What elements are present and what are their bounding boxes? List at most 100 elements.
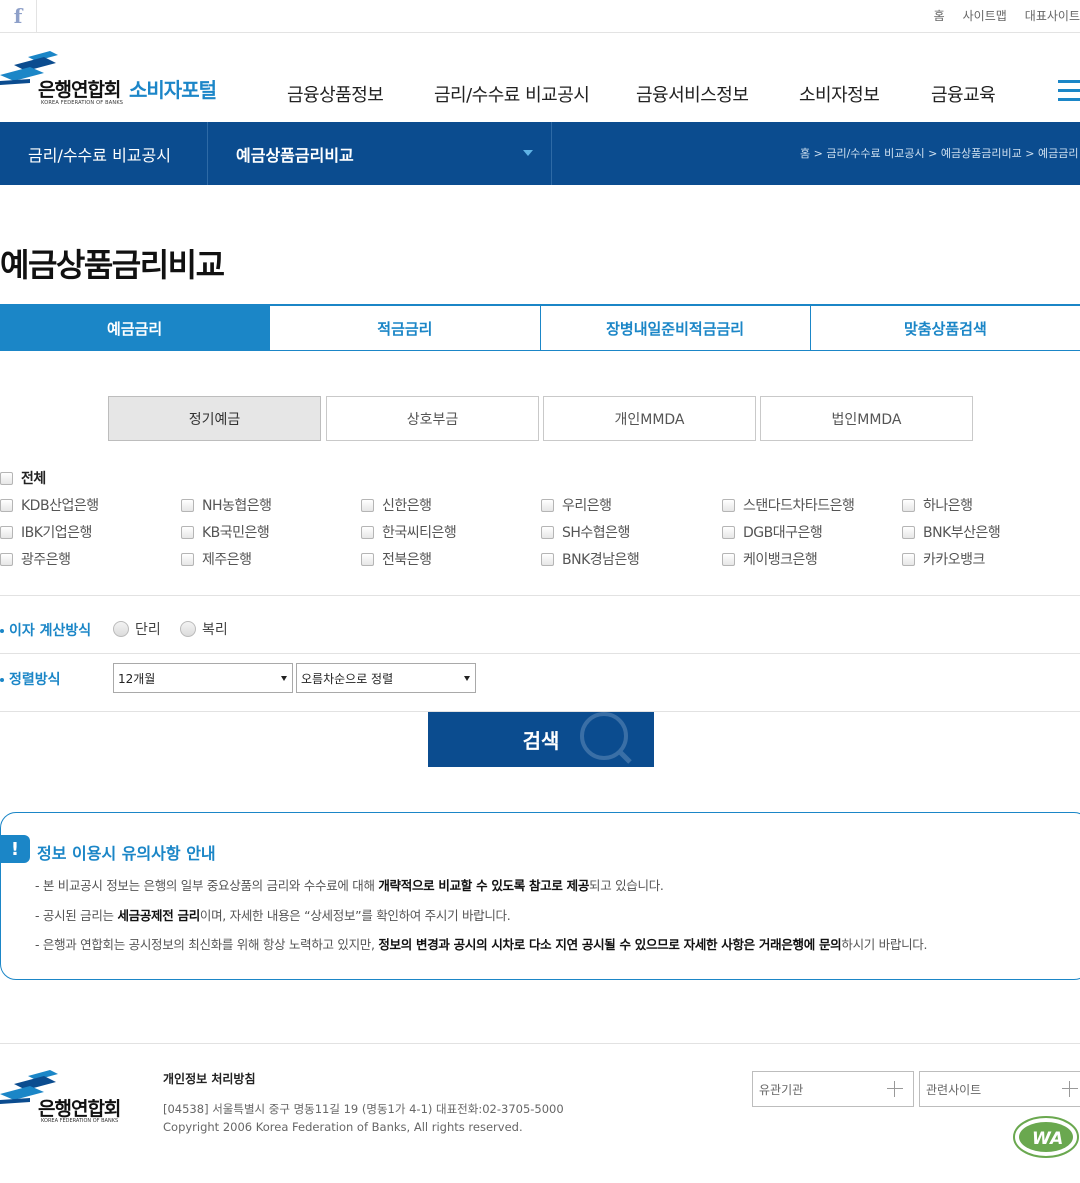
sitemap-link[interactable]: 사이트맵 <box>963 7 1007 24</box>
menu-icon[interactable] <box>1058 80 1080 102</box>
bank-label: DGB대구은행 <box>743 525 823 541</box>
bank-label: BNK경남은행 <box>562 552 640 568</box>
checkbox-icon[interactable] <box>361 525 374 539</box>
gnb-rate-fee-disclosure[interactable]: 금리/수수료 비교공시 <box>434 81 590 107</box>
magnifier-icon <box>580 712 632 764</box>
gnb-consumer-info[interactable]: 소비자정보 <box>799 81 880 107</box>
interest-method-label: 이자 계산방식 <box>0 620 91 640</box>
checkbox-bank[interactable]: 스탠다드차타드은행 <box>722 495 855 515</box>
home-link[interactable]: 홈 <box>934 7 945 24</box>
notice-line-2: - 공시된 금리는 세금공제전 금리이며, 자세한 내용은 “상세정보”를 확인… <box>35 905 511 924</box>
checkbox-bank[interactable]: DGB대구은행 <box>722 522 823 542</box>
notice-text: 되고 있습니다. <box>589 878 664 893</box>
bank-label: 우리은행 <box>562 498 612 514</box>
notice-text: - 본 비교공시 정보는 은행의 일부 중요상품의 금리와 수수료에 대해 <box>35 878 379 893</box>
tab-deposit-rate[interactable]: 예금금리 <box>0 306 270 350</box>
checkbox-icon[interactable] <box>0 525 13 539</box>
gnb-financial-services[interactable]: 금융서비스정보 <box>636 81 749 107</box>
checkbox-icon[interactable] <box>181 552 194 566</box>
breadcrumb: 홈 > 금리/수수료 비교공시 > 예금상품금리비교 > 예금금리 <box>800 147 1079 160</box>
tab-soldier-savings-rate[interactable]: 장병내일준비적금금리 <box>539 306 810 350</box>
checkbox-bank[interactable]: SH수협은행 <box>541 522 630 542</box>
checkbox-icon[interactable] <box>722 525 735 539</box>
checkbox-icon[interactable] <box>541 552 554 566</box>
subtab-installment[interactable]: 상호부금 <box>326 396 539 441</box>
gnb-financial-products[interactable]: 금융상품정보 <box>287 81 384 107</box>
checkbox-icon[interactable] <box>722 552 735 566</box>
checkbox-bank[interactable]: 전북은행 <box>361 549 432 569</box>
checkbox-bank[interactable]: 광주은행 <box>0 549 71 569</box>
dropdown-arrow-icon <box>281 676 287 681</box>
footer-logo-english: KOREA FEDERATION OF BANKS <box>41 1118 119 1124</box>
related-sites-select[interactable]: 관련사이트 <box>919 1071 1080 1107</box>
footer-logo: 은행연합회 KOREA FEDERATION OF BANKS <box>0 1070 125 1126</box>
radio-icon[interactable] <box>113 621 129 637</box>
checkbox-bank[interactable]: 하나은행 <box>902 495 973 515</box>
checkbox-icon[interactable] <box>902 525 915 539</box>
checkbox-icon[interactable] <box>541 525 554 539</box>
plus-icon <box>887 1081 903 1097</box>
divider <box>0 653 1080 654</box>
checkbox-bank[interactable]: 케이뱅크은행 <box>722 549 818 569</box>
checkbox-all[interactable]: 전체 <box>0 468 46 488</box>
header: 은행연합회 KOREA FEDERATION OF BANKS 소비자포털 금융… <box>0 33 1080 122</box>
tab-savings-rate[interactable]: 적금금리 <box>269 306 539 350</box>
checkbox-icon[interactable] <box>902 498 915 512</box>
checkbox-bank[interactable]: NH농협은행 <box>181 495 272 515</box>
bank-label: NH농협은행 <box>202 498 272 514</box>
bank-label: 전북은행 <box>382 552 432 568</box>
notice-line-1: - 본 비교공시 정보는 은행의 일부 중요상품의 금리와 수수료에 대해 개략… <box>35 875 664 894</box>
tab-custom-search[interactable]: 맞춤상품검색 <box>809 306 1080 350</box>
checkbox-bank[interactable]: 신한은행 <box>361 495 432 515</box>
checkbox-bank[interactable]: BNK경남은행 <box>541 549 640 569</box>
bank-label: BNK부산은행 <box>923 525 1001 541</box>
notice-text: 이며, 자세한 내용은 “상세정보”를 확인하여 주시기 바랍니다. <box>199 908 511 923</box>
checkbox-icon[interactable] <box>181 525 194 539</box>
period-select[interactable]: 12개월 <box>113 663 293 693</box>
checkbox-bank[interactable]: IBK기업은행 <box>0 522 92 542</box>
subnav-level2[interactable]: 예금상품금리비교 <box>208 122 552 185</box>
checkbox-icon[interactable] <box>361 552 374 566</box>
interest-method-text: 이자 계산방식 <box>9 623 92 639</box>
notice-emphasis: 정보의 변경과 공시의 시차로 다소 지연 공시될 수 있으므로 자세한 사항은… <box>378 937 842 952</box>
checkbox-bank[interactable]: KDB산업은행 <box>0 495 99 515</box>
checkbox-icon[interactable] <box>541 498 554 512</box>
checkbox-icon[interactable] <box>722 498 735 512</box>
bank-label: 카카오뱅크 <box>923 552 985 568</box>
main-site-link[interactable]: 대표사이트 <box>1025 7 1080 24</box>
subtab-time-deposit[interactable]: 정기예금 <box>108 396 321 441</box>
checkbox-bank[interactable]: 우리은행 <box>541 495 612 515</box>
bank-label: 제주은행 <box>202 552 252 568</box>
checkbox-icon[interactable] <box>361 498 374 512</box>
notice-box: ! 정보 이용시 유의사항 안내 - 본 비교공시 정보는 은행의 일부 중요상… <box>0 812 1080 980</box>
search-button[interactable]: 검색 <box>428 712 654 767</box>
order-select[interactable]: 오름차순으로 정렬 <box>296 663 476 693</box>
related-sites-label: 관련사이트 <box>926 1082 982 1097</box>
bank-label: 한국씨티은행 <box>382 525 457 541</box>
checkbox-bank[interactable]: BNK부산은행 <box>902 522 1001 542</box>
subtab-corporate-mmda[interactable]: 법인MMDA <box>760 396 973 441</box>
checkbox-icon[interactable] <box>902 552 915 566</box>
notice-text: - 공시된 금리는 <box>35 908 118 923</box>
subtab-personal-mmda[interactable]: 개인MMDA <box>543 396 756 441</box>
checkbox-icon[interactable] <box>0 552 13 566</box>
bank-label: 스탠다드차타드은행 <box>743 498 855 514</box>
radio-icon[interactable] <box>180 621 196 637</box>
privacy-policy-link[interactable]: 개인정보 처리방침 <box>163 1070 256 1087</box>
checkbox-bank[interactable]: 카카오뱅크 <box>902 549 985 569</box>
bank-label: IBK기업은행 <box>21 525 92 541</box>
bank-label: 신한은행 <box>382 498 432 514</box>
divider <box>0 595 1080 596</box>
related-institutions-select[interactable]: 유관기관 <box>752 1071 914 1107</box>
checkbox-icon[interactable] <box>181 498 194 512</box>
checkbox-icon[interactable] <box>0 471 13 485</box>
subnav-level1[interactable]: 금리/수수료 비교공시 <box>0 122 208 185</box>
checkbox-icon[interactable] <box>0 498 13 512</box>
gnb-financial-education[interactable]: 금융교육 <box>931 81 996 107</box>
checkbox-bank[interactable]: KB국민은행 <box>181 522 270 542</box>
checkbox-bank[interactable]: 한국씨티은행 <box>361 522 457 542</box>
checkbox-bank[interactable]: 제주은행 <box>181 549 252 569</box>
radio-simple-interest[interactable]: 단리 <box>113 619 161 639</box>
radio-compound-interest[interactable]: 복리 <box>180 619 228 639</box>
facebook-icon[interactable]: f <box>0 0 37 32</box>
